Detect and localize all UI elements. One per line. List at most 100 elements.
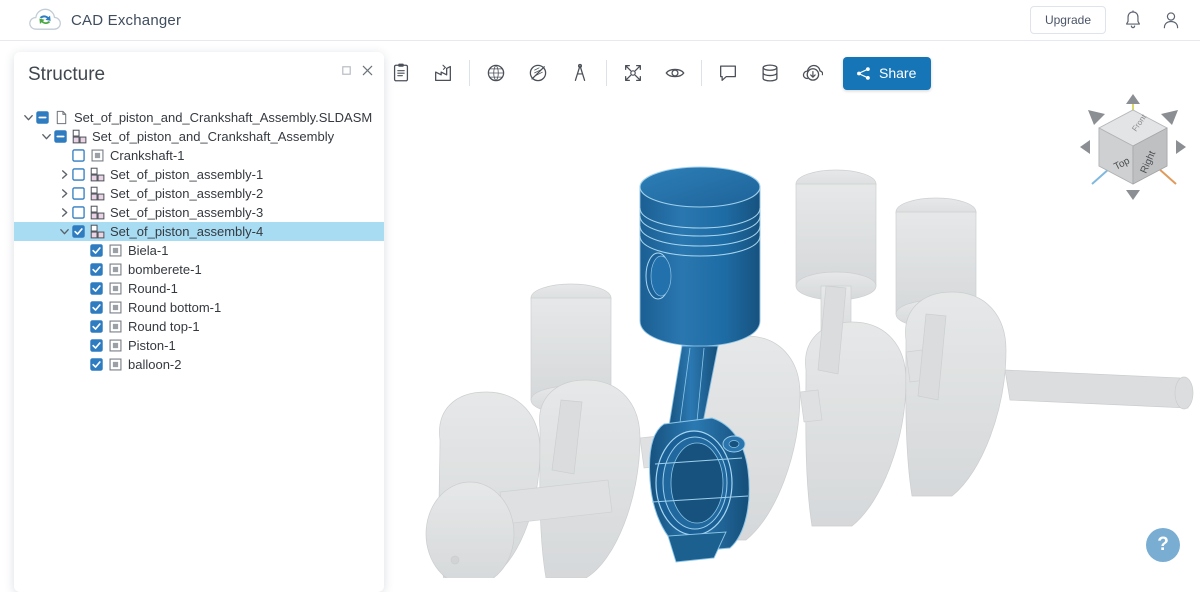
tree-item[interactable]: Round-1 [14, 279, 384, 298]
mesh-globe-icon[interactable] [475, 52, 517, 94]
navcube-arrow-up [1126, 94, 1140, 104]
help-button[interactable]: ? [1146, 528, 1180, 562]
toolbar-separator [606, 60, 607, 86]
tree-item-label: bomberete-1 [128, 262, 202, 277]
tree-item-label: Set_of_piston_assembly-4 [110, 224, 264, 239]
part-icon [109, 320, 122, 333]
bell-icon[interactable] [1122, 9, 1144, 31]
tree-item[interactable]: Piston-1 [14, 336, 384, 355]
chevron-right-icon[interactable] [56, 186, 72, 202]
ghost-geometry [425, 169, 1194, 578]
checkbox-checked[interactable] [90, 244, 103, 257]
properties-icon[interactable] [380, 52, 422, 94]
note-icon[interactable] [707, 52, 749, 94]
chevron-down-icon[interactable] [56, 224, 72, 240]
checkbox-unchecked[interactable] [72, 149, 85, 162]
tree-item[interactable]: Set_of_piston_assembly-2 [14, 184, 384, 203]
chevron-down-icon[interactable] [20, 110, 36, 126]
checkbox-checked[interactable] [72, 225, 85, 238]
viewer-toolbar: Share [380, 52, 932, 94]
measure-icon[interactable] [559, 52, 601, 94]
tree-item[interactable]: Set_of_piston_assembly-3 [14, 203, 384, 222]
explode-icon[interactable] [612, 52, 654, 94]
toolbar-separator [469, 60, 470, 86]
tree-item-label: balloon-2 [128, 357, 182, 372]
tree-item-label: Set_of_piston_and_Crankshaft_Assembly [92, 129, 335, 144]
tree-item-label: Set_of_piston_and_Crankshaft_Assembly.SL… [74, 110, 373, 125]
database-icon[interactable] [749, 52, 791, 94]
tree-item[interactable]: Biela-1 [14, 241, 384, 260]
close-icon[interactable] [361, 64, 374, 77]
navcube-body[interactable] [1098, 109, 1168, 185]
part-icon [109, 358, 122, 371]
chevron-right-icon[interactable] [56, 205, 72, 221]
bom-chart-icon[interactable] [422, 52, 464, 94]
toolbar-separator [701, 60, 702, 86]
navigation-cube[interactable]: Top Right Front [1074, 88, 1192, 206]
tree-item-label: Set_of_piston_assembly-2 [110, 186, 264, 201]
checkbox-unchecked[interactable] [72, 187, 85, 200]
checkbox-unchecked[interactable] [72, 206, 85, 219]
share-button-label: Share [879, 65, 917, 81]
tree-item[interactable]: Set_of_piston_and_Crankshaft_Assembly.SL… [14, 108, 384, 127]
structure-tree[interactable]: Set_of_piston_and_Crankshaft_Assembly.SL… [14, 104, 384, 374]
tree-item-label: Round bottom-1 [128, 300, 222, 315]
share-button[interactable]: Share [843, 56, 932, 90]
tree-item[interactable]: Round bottom-1 [14, 298, 384, 317]
checkbox-indeterminate[interactable] [54, 130, 67, 143]
cloud-exchange-logo [29, 8, 61, 30]
tree-item-label: Round-1 [128, 281, 178, 296]
assembly-icon [90, 205, 105, 220]
part-icon [91, 149, 104, 162]
cloud-download-icon[interactable] [791, 52, 833, 94]
part-icon [109, 263, 122, 276]
checkbox-unchecked[interactable] [72, 168, 85, 181]
section-plane-icon[interactable] [517, 52, 559, 94]
app-header: CAD Exchanger Upgrade [0, 0, 1200, 41]
part-icon [109, 282, 122, 295]
navcube-arrow-right [1176, 140, 1186, 154]
checkbox-checked[interactable] [90, 358, 103, 371]
tree-item-label: Round top-1 [128, 319, 200, 334]
checkbox-indeterminate[interactable] [36, 111, 49, 124]
tree-item[interactable]: Set_of_piston_and_Crankshaft_Assembly [14, 127, 384, 146]
tree-item-label: Crankshaft-1 [110, 148, 185, 163]
navcube-arrow-up-right [1161, 110, 1178, 125]
chevron-down-icon[interactable] [38, 129, 54, 145]
brand[interactable]: CAD Exchanger [28, 7, 181, 33]
tree-item-label: Piston-1 [128, 338, 176, 353]
part-icon [109, 339, 122, 352]
assembly-icon [72, 129, 87, 144]
assembly-icon [90, 224, 105, 239]
tree-item[interactable]: bomberete-1 [14, 260, 384, 279]
checkbox-checked[interactable] [90, 320, 103, 333]
header-actions: Upgrade [1029, 6, 1182, 34]
chevron-right-icon[interactable] [56, 167, 72, 183]
structure-panel-title: Structure [28, 64, 106, 85]
visibility-eye-icon[interactable] [654, 52, 696, 94]
tree-item-label: Set_of_piston_assembly-3 [110, 205, 264, 220]
assembly-icon [90, 186, 105, 201]
assembly-icon [90, 167, 105, 182]
structure-panel-actions [340, 64, 374, 77]
tree-item-label: Biela-1 [128, 243, 169, 258]
navcube-arrow-up-left [1088, 110, 1105, 125]
navcube-arrow-left [1080, 140, 1090, 154]
upgrade-button[interactable]: Upgrade [1029, 6, 1106, 34]
checkbox-checked[interactable] [90, 339, 103, 352]
checkbox-checked[interactable] [90, 301, 103, 314]
tree-item[interactable]: balloon-2 [14, 355, 384, 374]
tree-item[interactable]: Set_of_piston_assembly-1 [14, 165, 384, 184]
checkbox-checked[interactable] [90, 263, 103, 276]
structure-panel: Structure Set_of_piston_and_Crankshaft_A… [14, 52, 384, 592]
tree-item[interactable]: Crankshaft-1 [14, 146, 384, 165]
tree-item[interactable]: Set_of_piston_assembly-4 [14, 222, 384, 241]
part-icon [109, 301, 122, 314]
tree-item[interactable]: Round top-1 [14, 317, 384, 336]
structure-panel-header: Structure [14, 52, 384, 104]
user-icon[interactable] [1160, 9, 1182, 31]
checkbox-checked[interactable] [90, 282, 103, 295]
share-nodes-icon [857, 66, 870, 80]
restore-icon[interactable] [340, 64, 353, 77]
brand-name: CAD Exchanger [71, 11, 182, 29]
